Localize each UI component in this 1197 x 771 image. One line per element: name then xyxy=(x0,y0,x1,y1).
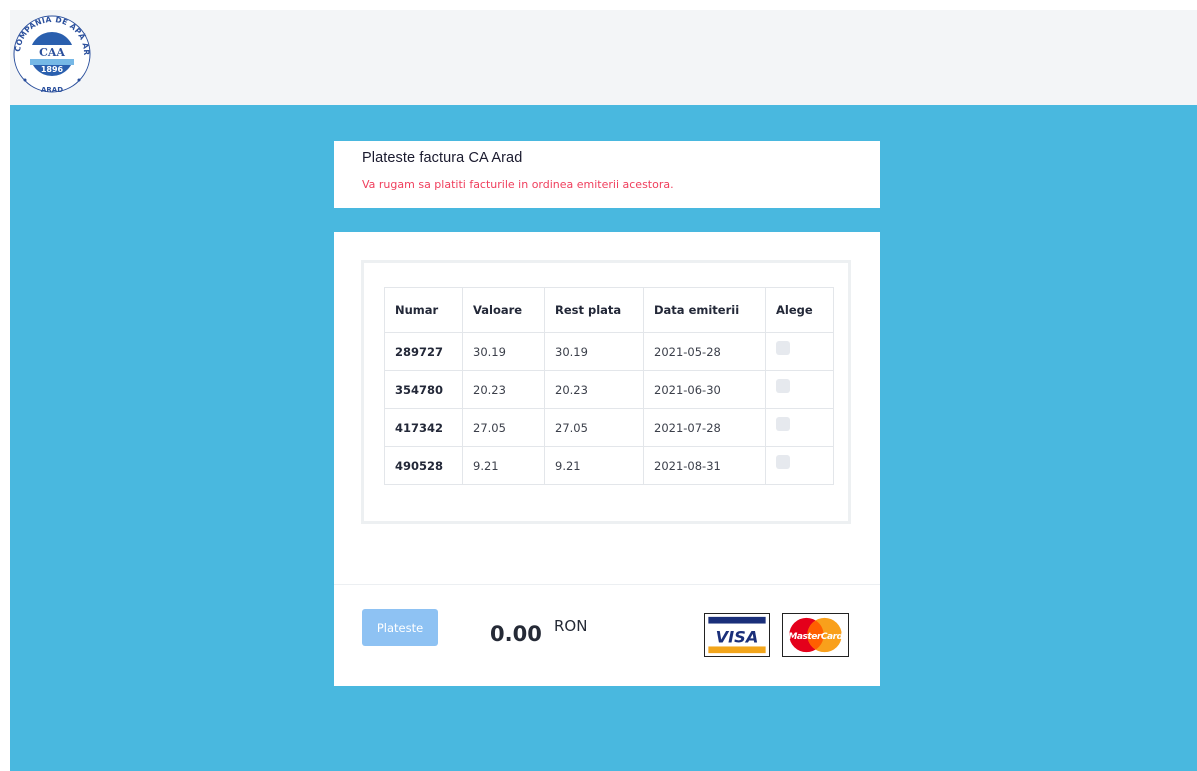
payment-order-notice: Va rugam sa platiti facturile in ordinea… xyxy=(362,178,674,191)
column-header-alege: Alege xyxy=(765,287,834,333)
invoice-remaining: 30.19 xyxy=(544,332,644,371)
logo-bottom-text: ARAD xyxy=(41,86,63,94)
mastercard-label: MasterCard xyxy=(788,632,843,642)
pay-button[interactable]: Plateste xyxy=(362,609,438,646)
company-logo-icon[interactable]: COMPANIA DE APĂ ARAD SA CAA 1896 ARAD xyxy=(10,12,94,96)
payment-card: Numar Valoare Rest plata Data emiterii A… xyxy=(334,232,880,686)
invoice-value: 9.21 xyxy=(462,446,545,485)
page-title: Plateste factura CA Arad xyxy=(362,150,523,166)
table-row: 354780 20.23 20.23 2021-06-30 xyxy=(384,370,834,409)
invoice-date: 2021-07-28 xyxy=(643,408,766,447)
visa-icon: VISA xyxy=(704,613,770,657)
mastercard-icon: MasterCard xyxy=(782,613,849,657)
invoice-value: 30.19 xyxy=(462,332,545,371)
select-invoice-checkbox[interactable] xyxy=(776,379,790,393)
invoice-table: Numar Valoare Rest plata Data emiterii A… xyxy=(384,287,834,485)
logo-initials: CAA xyxy=(39,46,65,59)
divider xyxy=(334,584,880,585)
invoice-remaining: 9.21 xyxy=(544,446,644,485)
invoice-number: 354780 xyxy=(384,370,463,409)
column-header-numar: Numar xyxy=(384,287,463,333)
total-amount: 0.00 xyxy=(490,622,542,646)
select-invoice-checkbox[interactable] xyxy=(776,417,790,431)
column-header-valoare: Valoare xyxy=(462,287,545,333)
invoice-value: 20.23 xyxy=(462,370,545,409)
invoice-remaining: 27.05 xyxy=(544,408,644,447)
title-card: Plateste factura CA Arad Va rugam sa pla… xyxy=(334,141,880,208)
column-header-rest-plata: Rest plata xyxy=(544,287,644,333)
invoice-date: 2021-06-30 xyxy=(643,370,766,409)
table-row: 417342 27.05 27.05 2021-07-28 xyxy=(384,408,834,447)
invoice-number: 490528 xyxy=(384,446,463,485)
table-row: 490528 9.21 9.21 2021-08-31 xyxy=(384,446,834,485)
invoice-remaining: 20.23 xyxy=(544,370,644,409)
invoice-date: 2021-08-31 xyxy=(643,446,766,485)
table-header-row: Numar Valoare Rest plata Data emiterii A… xyxy=(384,287,834,333)
table-row: 289727 30.19 30.19 2021-05-28 xyxy=(384,332,834,371)
column-header-data-emiterii: Data emiterii xyxy=(643,287,766,333)
select-invoice-checkbox[interactable] xyxy=(776,341,790,355)
logo-year: 1896 xyxy=(41,65,64,74)
invoice-date: 2021-05-28 xyxy=(643,332,766,371)
visa-label: VISA xyxy=(716,628,759,647)
invoice-value: 27.05 xyxy=(462,408,545,447)
select-invoice-checkbox[interactable] xyxy=(776,455,790,469)
currency-label: RON xyxy=(554,617,588,635)
invoice-table-container: Numar Valoare Rest plata Data emiterii A… xyxy=(361,260,851,524)
invoice-number: 417342 xyxy=(384,408,463,447)
header: COMPANIA DE APĂ ARAD SA CAA 1896 ARAD xyxy=(10,10,1197,105)
invoice-number: 289727 xyxy=(384,332,463,371)
